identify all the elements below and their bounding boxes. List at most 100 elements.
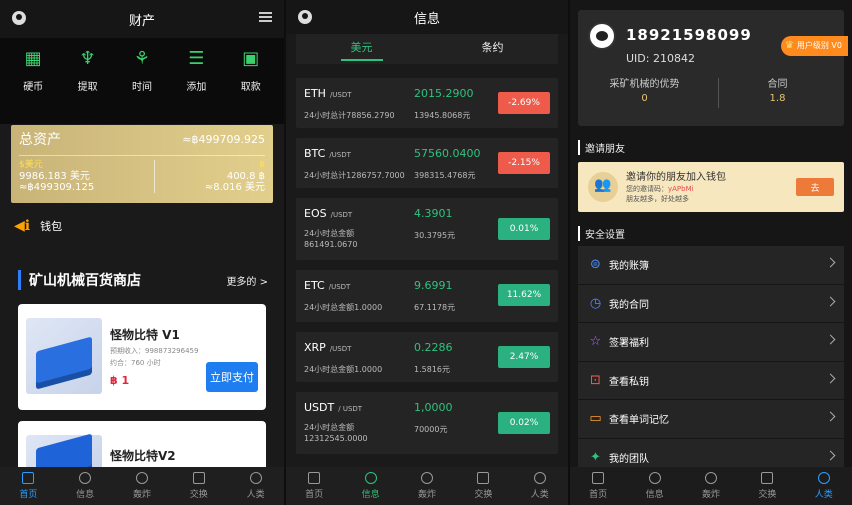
chevron-right-icon (825, 296, 836, 306)
person-icon (249, 472, 262, 484)
tab-exchange[interactable]: 交换 (743, 472, 791, 500)
settings-menu: ⊜ 我的账簿 ◷ 我的合同 ☆ 签署福利 ⊡ 查看私钥 ▭ 查看单词记忆 ✦ 我的团队 (578, 246, 844, 477)
share-icon (420, 472, 433, 484)
coin-pair: /USDT (329, 345, 352, 353)
menu-ledger[interactable]: ⊜ 我的账簿 (578, 246, 844, 285)
wallet-link[interactable]: ◀ℹ 钱包 (14, 218, 62, 234)
person-icon (817, 472, 830, 484)
qr-icon: ▦ (24, 48, 42, 69)
menu-label: 查看私钥 (609, 376, 649, 388)
tab-usd[interactable]: 美元 (296, 34, 427, 64)
coin-row-usdt[interactable]: USDT / USDT 24小时总金额12312545.0000 1,0000 7… (296, 392, 558, 454)
tab-bomb[interactable]: 轰炸 (118, 472, 166, 500)
coin-row-eos[interactable]: EOS/USDT 24小时总金额861491.0670 4.3901 30.37… (296, 198, 558, 260)
product-name: 怪物比特V2 (110, 449, 176, 463)
avatar[interactable] (588, 22, 616, 50)
chevron-right-icon (825, 411, 836, 422)
tab-info[interactable]: 信息 (61, 472, 109, 500)
user-level-badge: 用户级别 V0 (780, 36, 848, 56)
tab-exchange[interactable]: 交换 (175, 472, 223, 500)
coin-pair: /USDT (328, 283, 351, 291)
menu-label: 查看单词记忆 (609, 415, 669, 427)
coin-cny: 67.1178元 (414, 303, 456, 312)
change-badge: 11.62% (498, 284, 550, 306)
invite-go-button[interactable]: 去 (796, 178, 834, 196)
tab-profile[interactable]: 人类 (800, 472, 848, 500)
tab-profile[interactable]: 人类 (516, 472, 564, 500)
menu-contract[interactable]: ◷ 我的合同 (578, 284, 844, 323)
usd-equivalent: ≈฿499309.125 (19, 182, 95, 193)
tab-home[interactable]: 首页 (4, 472, 52, 500)
change-badge: 0.01% (498, 218, 550, 240)
person-icon (533, 472, 546, 484)
exchange-icon (761, 472, 774, 484)
menu-private-key[interactable]: ⊡ 查看私钥 (578, 361, 844, 400)
tab-home[interactable]: 首页 (574, 472, 622, 500)
pay-now-button[interactable]: 立即支付 (206, 362, 258, 392)
menu-mnemonic[interactable]: ▭ 查看单词记忆 (578, 400, 844, 439)
tab-exchange[interactable]: 交换 (459, 472, 507, 500)
tab-contract[interactable]: 条约 (427, 34, 558, 64)
user-icon[interactable] (298, 10, 312, 24)
tab-label: 交换 (474, 490, 493, 500)
more-link[interactable]: 更多的 > (226, 273, 268, 288)
exchange-icon (192, 472, 205, 484)
miner-image (26, 318, 102, 394)
quick-withdraw[interactable]: ♆ 提取 (63, 46, 113, 124)
tab-home[interactable]: 首页 (290, 472, 338, 500)
coin-row-etc[interactable]: ETC/USDT 24小时总金额1.0000 9.6991 67.1178元 1… (296, 270, 558, 322)
bottom-tabbar: 首页 信息 轰炸 交换 人类 (0, 467, 284, 505)
stat-value: 1.8 (769, 93, 786, 104)
info-icon (364, 472, 377, 484)
coin-symbol: USDT (304, 401, 335, 414)
tab-info[interactable]: 信息 (347, 472, 395, 500)
list-icon: ☰ (188, 48, 205, 69)
quick-add[interactable]: ☰ 添加 (171, 46, 221, 124)
product-card[interactable]: 怪物比特 V1 预期收入：998873296459 约合：760 小时 ฿ 1 … (18, 304, 266, 410)
coin-price: 4.3901 (414, 207, 453, 220)
miner-image (26, 433, 102, 471)
quick-time[interactable]: ⚘ 时间 (117, 46, 167, 124)
menu-icon[interactable] (259, 12, 272, 22)
tab-label: 交换 (189, 490, 208, 500)
header: 信息 (286, 0, 568, 34)
quick-label: 硬币 (23, 82, 44, 93)
page-title: 财产 (128, 13, 155, 29)
menu-label: 我的账簿 (609, 261, 649, 273)
quick-withdrawal[interactable]: ▣ 取款 (226, 46, 276, 124)
coin-volume: 24小时总金额861491.0670 (304, 229, 358, 249)
menu-sign-bonus[interactable]: ☆ 签署福利 (578, 323, 844, 362)
quick-coin[interactable]: ▦ 硬币 (8, 46, 58, 124)
tab-label: 轰炸 (132, 490, 151, 500)
assets-screen: 财产 ▦ 硬币 ♆ 提取 ⚘ 时间 ☰ 添加 ▣ 取款 总资产 ≈฿499709.925 … (0, 0, 284, 505)
coin-price: 0.2286 (414, 341, 453, 354)
tab-label: 交换 (758, 490, 777, 500)
change-badge: -2.15% (498, 152, 550, 174)
tab-label: 首页 (589, 490, 608, 500)
user-icon[interactable] (12, 11, 26, 25)
product-card[interactable]: 怪物比特V2 (18, 421, 266, 471)
mining-advantage: 采矿机械的优势 0 (578, 78, 711, 106)
speaker-icon: ◀ℹ (14, 218, 31, 234)
coin-row-xrp[interactable]: XRP/USDT 24小时总金额1.0000 0.2286 1.5816元 2.… (296, 332, 558, 382)
coin-price: 57560.0400 (414, 147, 481, 160)
tab-profile[interactable]: 人类 (232, 472, 280, 500)
invite-text: 邀请你的朋友加入钱包 (626, 172, 726, 183)
usd-balance: 9986.183 美元 (19, 171, 90, 182)
coin-cny: 30.3795元 (414, 231, 456, 240)
coin-row-btc[interactable]: BTC/USDT 24小时总计1286757.7000 57560.0400 3… (296, 138, 558, 188)
tab-label: 信息 (645, 490, 664, 500)
coin-row-eth[interactable]: ETH/USDT 24小时总计78856.2790 2015.2900 1394… (296, 78, 558, 128)
tab-label: 轰炸 (701, 490, 720, 500)
btc-balance: 400.8 ฿ (226, 171, 265, 182)
tab-bomb[interactable]: 轰炸 (687, 472, 735, 500)
stat-label: 合同 (767, 79, 788, 90)
asset-card: 总资产 ≈฿499709.925 $美元 9986.183 美元 ≈฿49930… (11, 125, 273, 203)
tab-bomb[interactable]: 轰炸 (403, 472, 451, 500)
btc-icon: ฿ (259, 160, 265, 170)
team-icon: ✦ (590, 449, 601, 465)
tab-info[interactable]: 信息 (631, 472, 679, 500)
coin-volume: 24小时总计78856.2790 (304, 111, 395, 120)
stat-value: 0 (641, 93, 648, 104)
header: 财产 (0, 0, 284, 38)
